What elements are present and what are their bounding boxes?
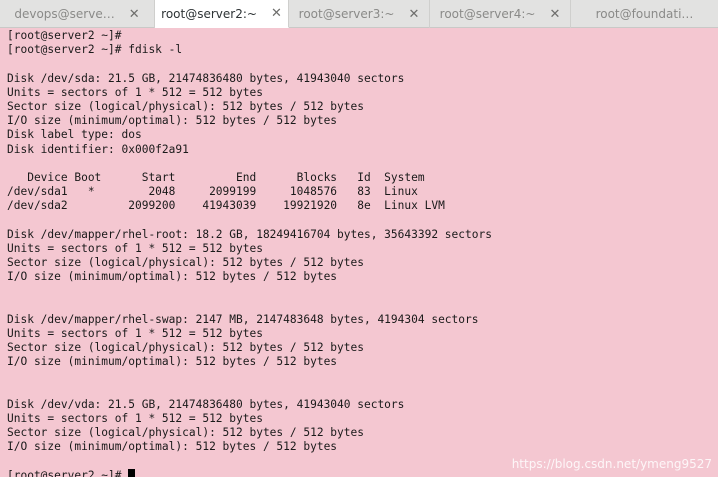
terminal-line: [root@server2 ~]# [7,29,122,42]
watermark-text: https://blog.csdn.net/ymeng9527 [511,457,712,471]
tab-label: root@foundati… [595,7,694,21]
terminal-line: I/O size (minimum/optimal): 512 bytes / … [7,270,338,284]
terminal-output[interactable]: [root@server2 ~]# [root@server2 ~]# fdisk… [0,28,718,477]
tab-root-server4[interactable]: root@server4:~ ✕ [430,0,571,28]
tab-label: root@server2:~ [161,6,257,21]
terminal-line: Disk /dev/mapper/rhel-swap: 2147 MB, 214… [7,312,479,326]
close-icon[interactable]: ✕ [129,7,140,22]
terminal-line: [root@server2 ~]# fdisk -l [7,43,183,57]
tab-root-server2[interactable]: root@server2:~ ✕ [155,0,289,28]
terminal-line: Disk /dev/sda: 21.5 GB, 21474836480 byte… [7,71,405,85]
terminal-line: Units = sectors of 1 * 512 = 512 bytes [7,326,263,340]
terminal-line: I/O size (minimum/optimal): 512 bytes / … [7,440,338,454]
terminal-line: Sector size (logical/physical): 512 byte… [7,256,364,269]
tab-bar: devops@serve… ✕ root@server2:~ ✕ root@se… [0,0,718,28]
close-icon[interactable]: ✕ [271,6,282,21]
tab-label: devops@serve… [14,7,115,21]
tab-label: root@server4:~ [439,7,536,21]
close-icon[interactable]: ✕ [408,7,419,22]
terminal-line: /dev/sda1 * 2048 2099199 1048576 83 Linu… [7,185,418,199]
terminal-line: I/O size (minimum/optimal): 512 bytes / … [7,355,338,369]
terminal-line: Units = sectors of 1 * 512 = 512 bytes [7,241,263,255]
terminal-line: Units = sectors of 1 * 512 = 512 bytes [7,412,263,426]
terminal-line: Disk label type: dos [7,128,142,142]
tab-root-server3[interactable]: root@server3:~ ✕ [289,0,430,28]
terminal-line: /dev/sda2 2099200 41943039 19921920 8e L… [7,199,445,213]
text-cursor [128,468,136,477]
terminal-line: I/O size (minimum/optimal): 512 bytes / … [7,114,338,128]
terminal-line: Disk /dev/vda: 21.5 GB, 21474836480 byte… [7,397,405,411]
close-icon[interactable]: ✕ [549,7,560,22]
tab-root-foundation[interactable]: root@foundati… [571,0,718,28]
terminal-window: devops@serve… ✕ root@server2:~ ✕ root@se… [0,0,718,477]
tab-label: root@server3:~ [298,7,395,21]
terminal-line: Disk /dev/mapper/rhel-root: 18.2 GB, 182… [7,227,492,241]
terminal-line: Sector size (logical/physical): 512 byte… [7,341,364,355]
tab-devops-server[interactable]: devops@serve… ✕ [0,0,155,28]
terminal-line: Disk identifier: 0x000f2a91 [7,142,189,156]
terminal-line: Units = sectors of 1 * 512 = 512 bytes [7,85,263,99]
terminal-line: Sector size (logical/physical): 512 byte… [7,426,364,440]
terminal-line: Sector size (logical/physical): 512 byte… [7,99,364,113]
terminal-line: Device Boot Start End Blocks Id System [7,170,425,184]
